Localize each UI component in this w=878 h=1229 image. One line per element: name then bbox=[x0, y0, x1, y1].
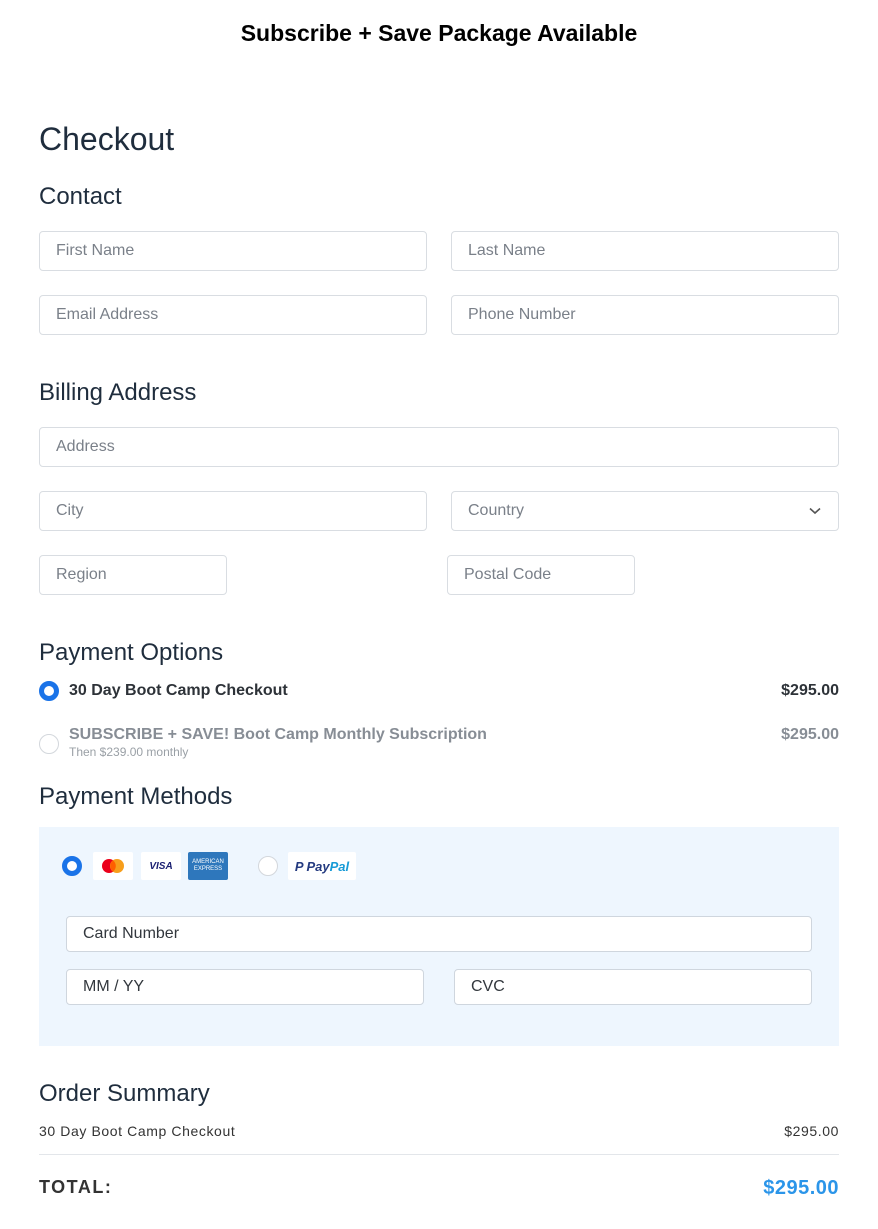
checkout-page: Subscribe + Save Package Available Check… bbox=[0, 0, 878, 1229]
summary-line-item: 30 Day Boot Camp Checkout $295.00 bbox=[39, 1123, 839, 1139]
address-placeholder: Address bbox=[56, 438, 115, 455]
payment-methods-heading: Payment Methods bbox=[39, 783, 233, 810]
total-value: $295.00 bbox=[763, 1177, 839, 1199]
option-title-subscription: SUBSCRIBE + SAVE! Boot Camp Monthly Subs… bbox=[69, 726, 487, 743]
order-summary-heading: Order Summary bbox=[39, 1080, 210, 1107]
cvc-placeholder: CVC bbox=[471, 978, 505, 995]
card-method-radio[interactable] bbox=[62, 856, 82, 876]
expiry-placeholder: MM / YY bbox=[83, 978, 145, 995]
region-field[interactable]: Region bbox=[39, 555, 227, 595]
contact-heading: Contact bbox=[39, 183, 122, 210]
card-number-field[interactable]: Card Number bbox=[66, 916, 812, 952]
phone-field[interactable]: Phone Number bbox=[451, 295, 839, 335]
summary-item-name: 30 Day Boot Camp Checkout bbox=[39, 1123, 236, 1139]
postal-code-placeholder: Postal Code bbox=[464, 566, 552, 583]
postal-code-field[interactable]: Postal Code bbox=[447, 555, 635, 595]
mastercard-icon bbox=[93, 852, 133, 880]
summary-total-row: TOTAL: $295.00 bbox=[39, 1177, 839, 1200]
option-radio-subscription[interactable] bbox=[39, 734, 59, 754]
visa-icon: VISA bbox=[141, 852, 181, 880]
email-placeholder: Email Address bbox=[56, 306, 159, 323]
page-title: Checkout bbox=[39, 121, 175, 157]
paypal-word-pay: Pay bbox=[306, 858, 330, 874]
expiry-field[interactable]: MM / YY bbox=[66, 969, 424, 1005]
paypal-icon: P Pay Pal bbox=[288, 852, 356, 880]
amex-icon: AMERICAN EXPRESS bbox=[188, 852, 228, 880]
region-placeholder: Region bbox=[56, 566, 107, 583]
summary-item-price: $295.00 bbox=[784, 1123, 839, 1139]
last-name-field[interactable]: Last Name bbox=[451, 231, 839, 271]
summary-divider bbox=[39, 1154, 839, 1155]
option-price-one-time: $295.00 bbox=[781, 682, 839, 699]
option-title-one-time: 30 Day Boot Camp Checkout bbox=[69, 682, 288, 699]
paypal-method-radio[interactable] bbox=[258, 856, 278, 876]
first-name-placeholder: First Name bbox=[56, 242, 135, 259]
promo-banner: Subscribe + Save Package Available bbox=[240, 20, 638, 46]
city-placeholder: City bbox=[56, 502, 84, 519]
country-select[interactable]: Country bbox=[451, 491, 839, 531]
option-radio-one-time[interactable] bbox=[39, 681, 59, 701]
option-price-subscription: $295.00 bbox=[781, 726, 839, 743]
paypal-word-pal: Pal bbox=[329, 858, 350, 874]
card-number-placeholder: Card Number bbox=[83, 925, 180, 942]
phone-placeholder: Phone Number bbox=[468, 306, 576, 323]
cvc-field[interactable]: CVC bbox=[454, 969, 812, 1005]
country-placeholder: Country bbox=[468, 502, 525, 519]
total-label: TOTAL: bbox=[39, 1177, 113, 1197]
last-name-placeholder: Last Name bbox=[468, 242, 546, 259]
first-name-field[interactable]: First Name bbox=[39, 231, 427, 271]
payment-options-heading: Payment Options bbox=[39, 639, 224, 666]
chevron-down-icon bbox=[808, 504, 822, 518]
paypal-p-icon: P bbox=[294, 858, 304, 874]
billing-heading: Billing Address bbox=[39, 379, 197, 406]
city-field[interactable]: City bbox=[39, 491, 427, 531]
address-field[interactable]: Address bbox=[39, 427, 839, 467]
email-field[interactable]: Email Address bbox=[39, 295, 427, 335]
option-subtitle-subscription: Then $239.00 monthly bbox=[69, 745, 189, 759]
